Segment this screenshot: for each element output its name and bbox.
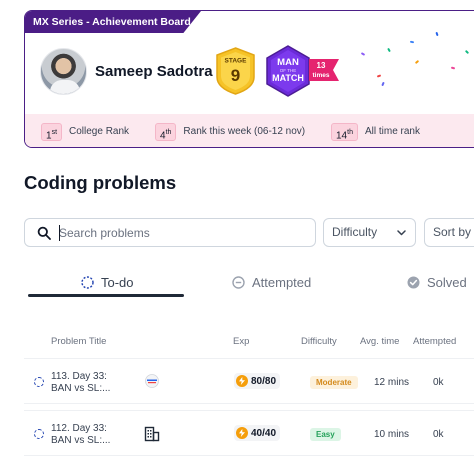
mom-count-label: times (313, 72, 330, 79)
difficulty-badge: Easy (310, 428, 341, 441)
check-circle-icon (407, 276, 420, 288)
text-caret (59, 225, 60, 241)
table-row[interactable]: 113. Day 33: BAN vs SL:... 80/80 Moderat… (24, 358, 474, 404)
confetti-icon (387, 47, 391, 53)
header-avg-time: Avg. time (360, 336, 400, 347)
search-icon (37, 226, 51, 240)
mom-count: 13 (317, 61, 326, 70)
header-difficulty: Difficulty (301, 336, 337, 347)
sort-select-label: Sort by (433, 225, 472, 239)
exp-badge: 80/80 (234, 373, 281, 389)
stage-badge-icon: STAGE 9 (216, 47, 255, 95)
tab-attempted-label: Attempted (252, 274, 312, 290)
college-rank-pill: 1st (41, 122, 63, 141)
search-input[interactable] (59, 224, 309, 242)
problem-title-line1: 113. Day 33: (51, 371, 107, 382)
difficulty-select-label: Difficulty (332, 225, 378, 239)
problem-title-line2: BAN vs SL:... (51, 435, 111, 446)
tab-solved[interactable]: Solved (407, 272, 467, 292)
mom-count-tag: 13 times (309, 59, 339, 81)
active-tab-indicator (28, 294, 184, 297)
confetti-icon (435, 31, 439, 37)
confetti-icon (376, 74, 382, 78)
mom-line3: MATCH (272, 73, 304, 83)
exp-value: 40/40 (251, 427, 277, 439)
board-tag: MX Series - Achievement Board (25, 11, 201, 33)
problem-title-line2: BAN vs SL:... (51, 383, 111, 394)
college-rank-label: College Rank (69, 126, 130, 137)
rank-bar: 1st College Rank 4th Rank this week (06-… (25, 114, 474, 147)
page-title: Coding problems (24, 172, 177, 193)
mom-line1: MAN (277, 57, 299, 68)
weekly-rank: 4th Rank this week (06-12 nov) (155, 122, 305, 141)
all-time-rank: 14th All time rank (331, 122, 420, 141)
company-logo-icon (145, 374, 159, 388)
tab-to-do[interactable]: To-do (81, 272, 134, 292)
stage-label: STAGE (225, 58, 248, 65)
exp-badge: 40/40 (234, 425, 281, 441)
stage-value: 9 (231, 66, 240, 85)
confetti-icon (414, 59, 420, 65)
user-name: Sameep Sadotra (95, 63, 213, 80)
header-attempted: Attempted (413, 336, 457, 347)
building-icon (144, 426, 160, 442)
todo-status-icon (34, 377, 44, 387)
lightning-icon (236, 375, 248, 387)
difficulty-badge: Moderate (310, 376, 358, 389)
weekly-rank-label: Rank this week (06-12 nov) (183, 126, 306, 137)
weekly-rank-suffix: th (165, 128, 172, 136)
problem-title[interactable]: 112. Day 33: BAN vs SL:... (51, 423, 121, 447)
attempted-count: 0k (433, 429, 444, 440)
confetti-icon (360, 52, 366, 56)
tab-solved-label: Solved (427, 274, 467, 290)
exp-value: 80/80 (251, 375, 277, 387)
tab-attempted[interactable]: Attempted (232, 272, 311, 292)
minus-circle-icon (232, 275, 245, 289)
chevron-down-icon (397, 230, 406, 236)
confetti-icon (381, 81, 385, 87)
header-exp: Exp (233, 336, 250, 347)
header-problem-title: Problem Title (51, 336, 107, 347)
todo-status-icon (34, 429, 44, 439)
problem-title[interactable]: 113. Day 33: BAN vs SL:... (51, 371, 121, 395)
avatar (40, 48, 87, 95)
all-time-rank-label: All time rank (364, 126, 420, 137)
all-time-rank-suffix: th (347, 128, 353, 136)
table-row[interactable]: 112. Day 33: BAN vs SL:... 40/40 Easy 10… (24, 410, 474, 456)
confetti-icon (464, 49, 470, 55)
sort-select[interactable]: Sort by (424, 218, 474, 247)
search-box[interactable] (24, 218, 316, 247)
all-time-rank-pill: 14th (331, 122, 358, 141)
achievement-board: MX Series - Achievement Board Sameep Sad… (24, 10, 474, 148)
confetti-icon (409, 40, 415, 44)
difficulty-select[interactable]: Difficulty (323, 218, 416, 247)
confetti-icon (450, 66, 456, 70)
attempted-count: 0k (433, 377, 444, 388)
problem-title-line1: 112. Day 33: (51, 423, 107, 434)
avg-time: 10 mins (374, 429, 410, 440)
all-time-rank-value: 14 (336, 129, 348, 141)
lightning-icon (236, 427, 248, 439)
college-rank-suffix: st (51, 128, 58, 136)
dashed-circle-icon (81, 275, 94, 289)
college-rank: 1st College Rank (41, 122, 129, 141)
weekly-rank-pill: 4th (155, 122, 177, 141)
tab-to-do-label: To-do (101, 274, 134, 290)
avg-time: 12 mins (374, 377, 410, 388)
